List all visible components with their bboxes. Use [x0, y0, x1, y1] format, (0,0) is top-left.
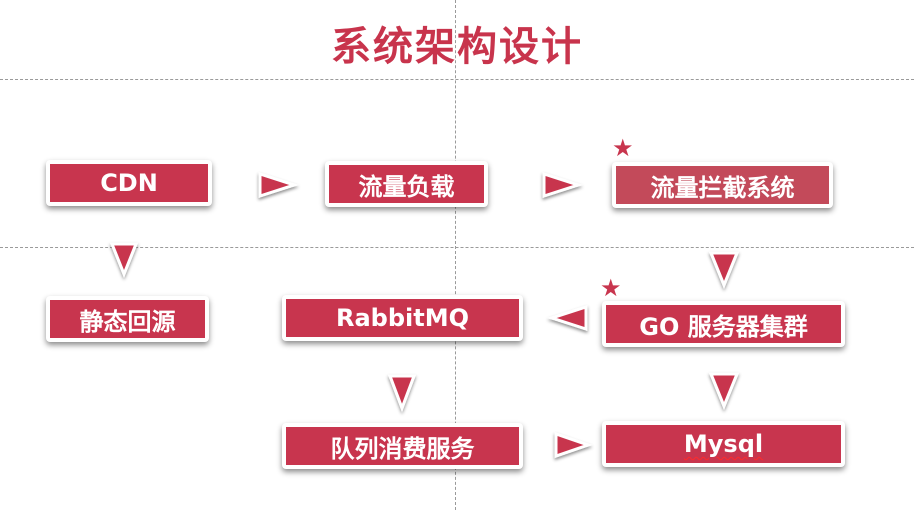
arrow-go-to-mysql: [708, 372, 740, 410]
arrow-queue-to-mysql: [554, 431, 593, 459]
arrow-cdn-to-static: [109, 242, 139, 279]
node-static-origin: 静态回源: [46, 296, 209, 342]
node-mysql-label: Mysql: [683, 430, 764, 458]
node-go-server-cluster: GO 服务器集群: [602, 301, 845, 347]
arrow-rabbitmq-to-queue: [387, 374, 417, 413]
arrow-block-to-go: [708, 251, 740, 289]
arrow-cdn-to-lb: [258, 171, 299, 199]
node-rabbitmq: RabbitMQ: [282, 295, 523, 341]
star-icon: ★: [600, 274, 622, 302]
node-mysql: Mysql: [602, 421, 845, 467]
arrow-lb-to-block: [542, 171, 583, 199]
star-icon: ★: [612, 134, 634, 162]
node-traffic-load-balance: 流量负载: [325, 161, 488, 207]
node-queue-consumer-service: 队列消费服务: [282, 423, 523, 469]
node-cdn: CDN: [46, 160, 212, 206]
node-traffic-block-system: 流量拦截系统: [612, 162, 833, 208]
arrow-go-to-rabbitmq: [547, 304, 588, 332]
